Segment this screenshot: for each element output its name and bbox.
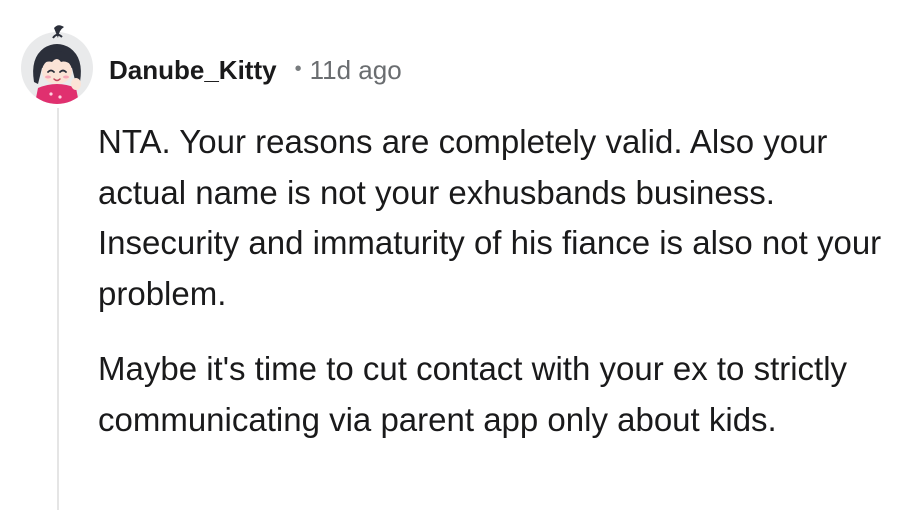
comment-header: Danube_Kitty • 11d ago <box>109 52 402 88</box>
comment-paragraph: NTA. Your reasons are completely valid. … <box>98 123 882 312</box>
comment-author-link[interactable]: Danube_Kitty <box>109 55 277 86</box>
thread-line[interactable] <box>57 108 59 510</box>
anime-girl-avatar-icon <box>21 25 93 104</box>
avatar[interactable] <box>20 24 94 108</box>
comment-body: NTA. Your reasons are completely valid. … <box>98 117 888 470</box>
comment-timestamp[interactable]: 11d ago <box>310 55 402 86</box>
meta-separator: • <box>294 57 302 80</box>
comment-paragraph: Maybe it's time to cut contact with your… <box>98 350 848 438</box>
